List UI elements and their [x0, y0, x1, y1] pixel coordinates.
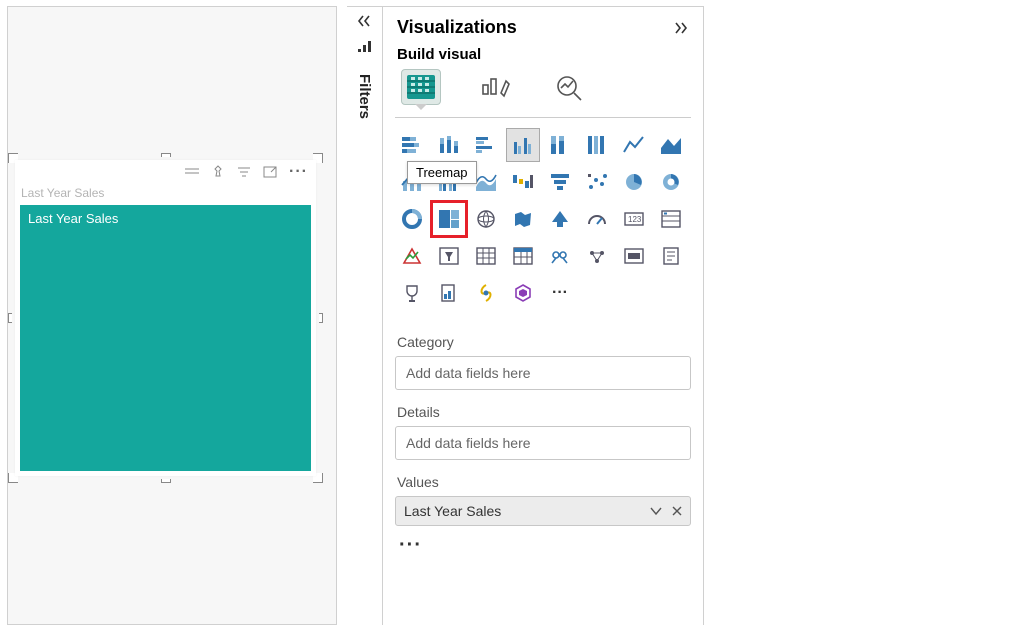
pane-title: Visualizations [397, 17, 517, 38]
viz-type-area[interactable] [654, 128, 688, 162]
viz-type-power-apps[interactable] [432, 276, 466, 310]
resize-handle[interactable] [319, 313, 323, 323]
viz-type-donut[interactable] [654, 165, 688, 199]
viz-type-kpi[interactable] [395, 239, 429, 273]
viz-type-r-visual[interactable] [543, 239, 577, 273]
pin-icon[interactable] [211, 165, 225, 179]
focus-mode-icon[interactable] [263, 166, 277, 178]
viz-type-clustered-column-100[interactable] [580, 128, 614, 162]
viz-type-stacked-bar-h[interactable] [432, 128, 466, 162]
viz-type-slicer[interactable] [432, 239, 466, 273]
category-label: Category [397, 334, 689, 350]
viz-type-clustered-bar[interactable] [469, 128, 503, 162]
remove-field-icon[interactable] [672, 503, 682, 519]
viz-type-table[interactable] [469, 239, 503, 273]
filters-label: Filters [356, 74, 373, 119]
visualization-gallery: 123···Treemap [383, 126, 703, 318]
viz-type-scatter[interactable] [580, 165, 614, 199]
resize-handle[interactable] [161, 153, 171, 157]
svg-text:123: 123 [628, 215, 642, 224]
expand-filters-icon[interactable] [357, 15, 373, 27]
tile-label: Last Year Sales [28, 211, 118, 226]
details-label: Details [397, 404, 689, 420]
filters-icon [357, 39, 373, 58]
viz-type-arcgis[interactable] [395, 276, 429, 310]
visual-selection[interactable]: ··· Last Year Sales Last Year Sales [8, 153, 323, 483]
viz-type-matrix[interactable] [506, 239, 540, 273]
values-label: Values [397, 474, 689, 490]
viz-type-paginated[interactable] [654, 239, 688, 273]
more-options-icon[interactable]: ··· [289, 163, 308, 181]
viz-type-kv[interactable] [617, 239, 651, 273]
viz-type-multi-row-card[interactable] [654, 202, 688, 236]
viz-type-waterfall[interactable] [506, 165, 540, 199]
viz-type-funnel[interactable] [543, 165, 577, 199]
more-fields-icon[interactable]: ··· [399, 534, 687, 557]
filters-pane-collapsed[interactable]: Filters [347, 6, 383, 625]
viz-type-card[interactable]: 123 [617, 202, 651, 236]
viz-type-get-more[interactable]: ··· [543, 276, 577, 310]
chevron-down-icon[interactable] [650, 503, 662, 519]
viz-type-clustered-column[interactable] [506, 128, 540, 162]
viz-type-stacked-bar[interactable] [395, 128, 429, 162]
filter-icon[interactable] [237, 166, 251, 178]
category-well[interactable]: Add data fields here [395, 356, 691, 390]
tab-build-visual[interactable] [401, 69, 441, 105]
details-well[interactable]: Add data fields here [395, 426, 691, 460]
viz-type-donut2[interactable] [395, 202, 429, 236]
viz-type-power-automate[interactable] [469, 276, 503, 310]
values-chip[interactable]: Last Year Sales [395, 496, 691, 526]
viz-type-line-stacked[interactable] [395, 165, 429, 199]
viz-type-stacked-column-100[interactable] [543, 128, 577, 162]
resize-handle[interactable] [161, 479, 171, 483]
tab-format-visual[interactable] [475, 69, 515, 105]
visual-header: ··· [15, 160, 316, 184]
visualizations-pane: Visualizations Build visual 123···Treema… [383, 6, 704, 625]
viz-type-map[interactable] [469, 202, 503, 236]
tab-analytics[interactable] [549, 69, 589, 105]
collapse-pane-icon[interactable] [673, 22, 689, 34]
divider [395, 117, 691, 118]
viz-type-shape-map[interactable] [543, 202, 577, 236]
viz-type-line[interactable] [617, 128, 651, 162]
values-chip-label: Last Year Sales [404, 503, 501, 519]
viz-type-treemap[interactable] [432, 202, 466, 236]
viz-type-gauge[interactable] [580, 202, 614, 236]
viz-type-ai[interactable] [506, 276, 540, 310]
build-visual-label: Build visual [383, 44, 703, 69]
viz-type-ribbon[interactable] [469, 165, 503, 199]
treemap-tile[interactable]: Last Year Sales [20, 205, 311, 471]
drag-icon[interactable] [185, 167, 199, 177]
viz-type-pie[interactable] [617, 165, 651, 199]
viz-type-line-clustered[interactable] [432, 165, 466, 199]
viz-type-filled-map[interactable] [506, 202, 540, 236]
svg-text:···: ··· [552, 284, 568, 301]
resize-handle[interactable] [8, 313, 12, 323]
report-canvas[interactable]: ··· Last Year Sales Last Year Sales [7, 6, 337, 625]
treemap-visual[interactable]: ··· Last Year Sales Last Year Sales [15, 160, 316, 476]
viz-type-py-visual[interactable] [580, 239, 614, 273]
visual-title: Last Year Sales [15, 184, 316, 205]
